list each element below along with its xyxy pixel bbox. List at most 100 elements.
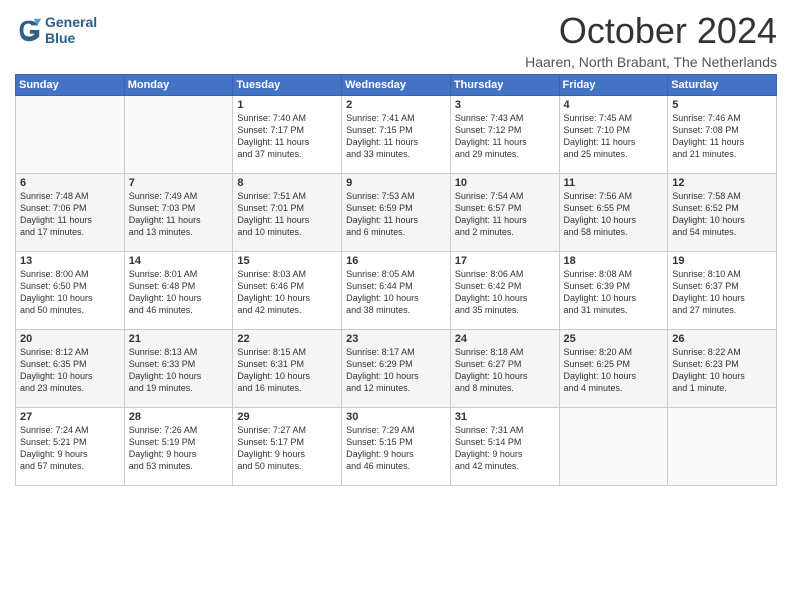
calendar-cell: 19Sunrise: 8:10 AM Sunset: 6:37 PM Dayli… (668, 252, 777, 330)
calendar-cell: 24Sunrise: 8:18 AM Sunset: 6:27 PM Dayli… (450, 330, 559, 408)
calendar-cell: 21Sunrise: 8:13 AM Sunset: 6:33 PM Dayli… (124, 330, 233, 408)
day-number: 17 (455, 255, 555, 267)
day-number: 27 (20, 411, 120, 423)
day-number: 5 (672, 99, 772, 111)
calendar-cell: 7Sunrise: 7:49 AM Sunset: 7:03 PM Daylig… (124, 174, 233, 252)
calendar-table: SundayMondayTuesdayWednesdayThursdayFrid… (15, 74, 777, 486)
day-info: Sunrise: 7:45 AM Sunset: 7:10 PM Dayligh… (564, 112, 664, 161)
calendar-cell: 9Sunrise: 7:53 AM Sunset: 6:59 PM Daylig… (342, 174, 451, 252)
calendar-cell: 27Sunrise: 7:24 AM Sunset: 5:21 PM Dayli… (16, 408, 125, 486)
calendar-cell: 3Sunrise: 7:43 AM Sunset: 7:12 PM Daylig… (450, 96, 559, 174)
calendar-cell (16, 96, 125, 174)
calendar-cell: 17Sunrise: 8:06 AM Sunset: 6:42 PM Dayli… (450, 252, 559, 330)
day-number: 14 (129, 255, 229, 267)
day-number: 16 (346, 255, 446, 267)
day-number: 1 (237, 99, 337, 111)
day-info: Sunrise: 8:03 AM Sunset: 6:46 PM Dayligh… (237, 268, 337, 317)
day-number: 28 (129, 411, 229, 423)
day-number: 15 (237, 255, 337, 267)
day-number: 8 (237, 177, 337, 189)
calendar-cell: 23Sunrise: 8:17 AM Sunset: 6:29 PM Dayli… (342, 330, 451, 408)
calendar-week-1: 1Sunrise: 7:40 AM Sunset: 7:17 PM Daylig… (16, 96, 777, 174)
day-header-saturday: Saturday (668, 75, 777, 96)
calendar-cell: 11Sunrise: 7:56 AM Sunset: 6:55 PM Dayli… (559, 174, 668, 252)
logo: General Blue (15, 14, 97, 46)
day-number: 4 (564, 99, 664, 111)
calendar-cell: 4Sunrise: 7:45 AM Sunset: 7:10 PM Daylig… (559, 96, 668, 174)
calendar-cell: 18Sunrise: 8:08 AM Sunset: 6:39 PM Dayli… (559, 252, 668, 330)
calendar-cell (124, 96, 233, 174)
day-info: Sunrise: 7:27 AM Sunset: 5:17 PM Dayligh… (237, 424, 337, 473)
day-number: 21 (129, 333, 229, 345)
calendar-header-row: SundayMondayTuesdayWednesdayThursdayFrid… (16, 75, 777, 96)
day-info: Sunrise: 8:00 AM Sunset: 6:50 PM Dayligh… (20, 268, 120, 317)
day-header-monday: Monday (124, 75, 233, 96)
calendar-cell: 5Sunrise: 7:46 AM Sunset: 7:08 PM Daylig… (668, 96, 777, 174)
day-number: 12 (672, 177, 772, 189)
day-number: 29 (237, 411, 337, 423)
month-title: October 2024 (525, 10, 777, 52)
day-number: 22 (237, 333, 337, 345)
day-number: 6 (20, 177, 120, 189)
calendar-cell: 28Sunrise: 7:26 AM Sunset: 5:19 PM Dayli… (124, 408, 233, 486)
header: General Blue October 2024 Haaren, North … (15, 10, 777, 70)
day-number: 10 (455, 177, 555, 189)
day-info: Sunrise: 7:40 AM Sunset: 7:17 PM Dayligh… (237, 112, 337, 161)
day-info: Sunrise: 8:18 AM Sunset: 6:27 PM Dayligh… (455, 346, 555, 395)
main-container: General Blue October 2024 Haaren, North … (0, 0, 792, 491)
day-info: Sunrise: 7:48 AM Sunset: 7:06 PM Dayligh… (20, 190, 120, 239)
logo-icon (15, 16, 43, 44)
calendar-cell: 14Sunrise: 8:01 AM Sunset: 6:48 PM Dayli… (124, 252, 233, 330)
calendar-cell: 25Sunrise: 8:20 AM Sunset: 6:25 PM Dayli… (559, 330, 668, 408)
day-info: Sunrise: 7:49 AM Sunset: 7:03 PM Dayligh… (129, 190, 229, 239)
day-info: Sunrise: 7:56 AM Sunset: 6:55 PM Dayligh… (564, 190, 664, 239)
day-number: 25 (564, 333, 664, 345)
day-number: 20 (20, 333, 120, 345)
day-number: 24 (455, 333, 555, 345)
logo-text: General Blue (45, 14, 97, 46)
calendar-cell: 30Sunrise: 7:29 AM Sunset: 5:15 PM Dayli… (342, 408, 451, 486)
calendar-week-4: 20Sunrise: 8:12 AM Sunset: 6:35 PM Dayli… (16, 330, 777, 408)
day-info: Sunrise: 8:01 AM Sunset: 6:48 PM Dayligh… (129, 268, 229, 317)
day-info: Sunrise: 7:54 AM Sunset: 6:57 PM Dayligh… (455, 190, 555, 239)
calendar-cell: 26Sunrise: 8:22 AM Sunset: 6:23 PM Dayli… (668, 330, 777, 408)
calendar-week-5: 27Sunrise: 7:24 AM Sunset: 5:21 PM Dayli… (16, 408, 777, 486)
day-info: Sunrise: 8:15 AM Sunset: 6:31 PM Dayligh… (237, 346, 337, 395)
day-number: 7 (129, 177, 229, 189)
day-number: 19 (672, 255, 772, 267)
day-number: 31 (455, 411, 555, 423)
day-number: 26 (672, 333, 772, 345)
day-number: 18 (564, 255, 664, 267)
calendar-cell: 29Sunrise: 7:27 AM Sunset: 5:17 PM Dayli… (233, 408, 342, 486)
calendar-cell: 22Sunrise: 8:15 AM Sunset: 6:31 PM Dayli… (233, 330, 342, 408)
day-info: Sunrise: 8:12 AM Sunset: 6:35 PM Dayligh… (20, 346, 120, 395)
day-number: 23 (346, 333, 446, 345)
day-info: Sunrise: 8:10 AM Sunset: 6:37 PM Dayligh… (672, 268, 772, 317)
day-info: Sunrise: 7:51 AM Sunset: 7:01 PM Dayligh… (237, 190, 337, 239)
calendar-cell (668, 408, 777, 486)
calendar-cell: 20Sunrise: 8:12 AM Sunset: 6:35 PM Dayli… (16, 330, 125, 408)
calendar-cell: 1Sunrise: 7:40 AM Sunset: 7:17 PM Daylig… (233, 96, 342, 174)
day-header-friday: Friday (559, 75, 668, 96)
calendar-week-2: 6Sunrise: 7:48 AM Sunset: 7:06 PM Daylig… (16, 174, 777, 252)
day-number: 11 (564, 177, 664, 189)
calendar-week-3: 13Sunrise: 8:00 AM Sunset: 6:50 PM Dayli… (16, 252, 777, 330)
day-info: Sunrise: 7:24 AM Sunset: 5:21 PM Dayligh… (20, 424, 120, 473)
day-info: Sunrise: 8:06 AM Sunset: 6:42 PM Dayligh… (455, 268, 555, 317)
calendar-cell: 13Sunrise: 8:00 AM Sunset: 6:50 PM Dayli… (16, 252, 125, 330)
day-info: Sunrise: 8:13 AM Sunset: 6:33 PM Dayligh… (129, 346, 229, 395)
day-number: 2 (346, 99, 446, 111)
day-info: Sunrise: 7:58 AM Sunset: 6:52 PM Dayligh… (672, 190, 772, 239)
day-info: Sunrise: 7:29 AM Sunset: 5:15 PM Dayligh… (346, 424, 446, 473)
day-info: Sunrise: 7:43 AM Sunset: 7:12 PM Dayligh… (455, 112, 555, 161)
day-info: Sunrise: 8:17 AM Sunset: 6:29 PM Dayligh… (346, 346, 446, 395)
day-info: Sunrise: 7:26 AM Sunset: 5:19 PM Dayligh… (129, 424, 229, 473)
day-number: 13 (20, 255, 120, 267)
calendar-cell: 15Sunrise: 8:03 AM Sunset: 6:46 PM Dayli… (233, 252, 342, 330)
day-number: 30 (346, 411, 446, 423)
calendar-cell: 8Sunrise: 7:51 AM Sunset: 7:01 PM Daylig… (233, 174, 342, 252)
day-header-thursday: Thursday (450, 75, 559, 96)
calendar-cell: 16Sunrise: 8:05 AM Sunset: 6:44 PM Dayli… (342, 252, 451, 330)
title-block: October 2024 Haaren, North Brabant, The … (525, 10, 777, 70)
calendar-cell (559, 408, 668, 486)
